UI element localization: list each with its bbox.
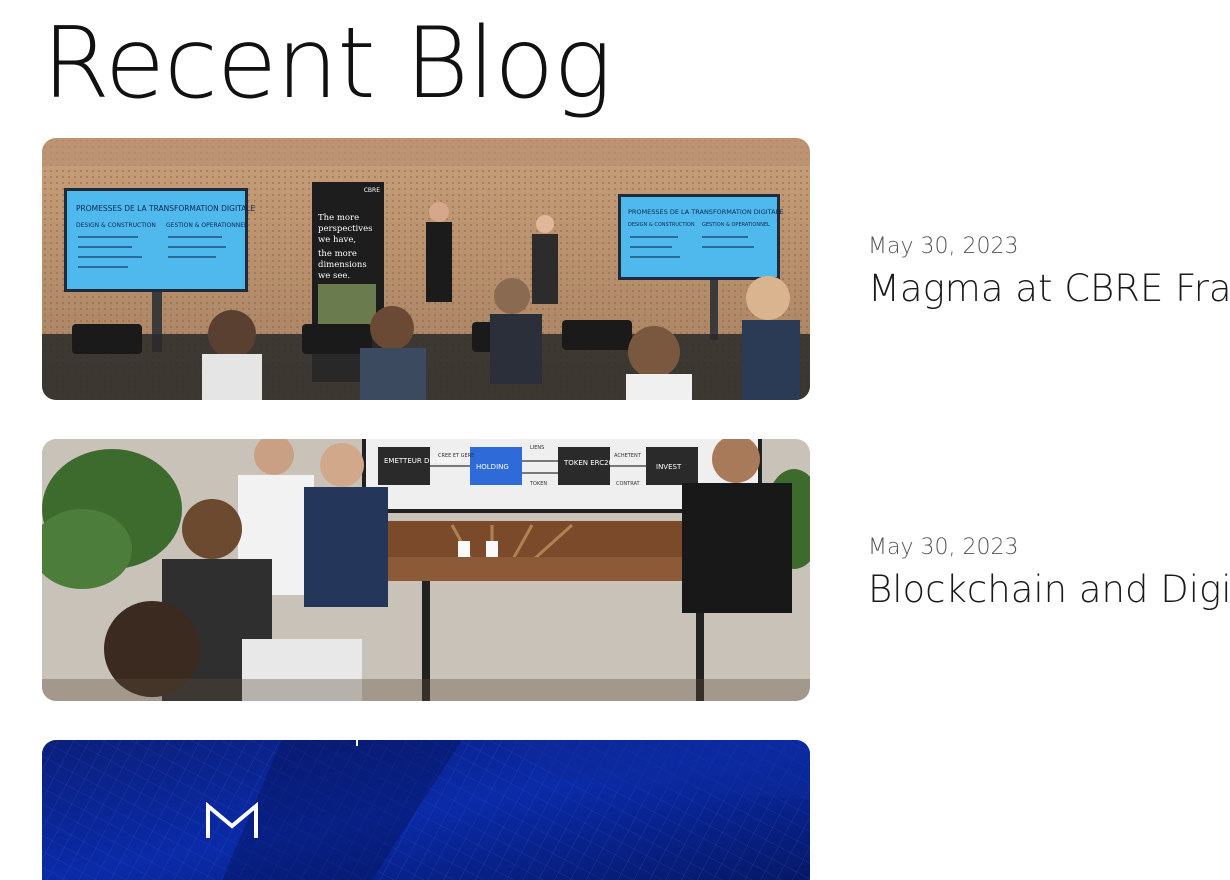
post-thumbnail[interactable]: PROMESSES DE LA TRANSFORMATION DIGITALE … xyxy=(42,138,810,400)
screen-right-col1: DESIGN & CONSTRUCTION xyxy=(628,222,695,228)
post-thumbnail[interactable] xyxy=(42,740,810,880)
screen-left-col1: DESIGN & CONSTRUCTION xyxy=(76,222,156,229)
banner-text: the more xyxy=(318,249,357,259)
post-date: May 30, 2023 xyxy=(868,234,1019,259)
page-title: Recent Blog xyxy=(42,7,612,121)
diagram-box-3: TOKEN ERC20 xyxy=(563,459,613,467)
magma-logo-graphic-icon xyxy=(42,740,810,880)
banner-text: dimensions xyxy=(318,260,367,270)
screen-left-col2: GESTION & OPERATIONNEL xyxy=(166,222,248,229)
diagram-label: ACHETENT xyxy=(614,453,642,459)
diagram-box-4: INVEST xyxy=(656,463,682,471)
screen-left-title: PROMESSES DE LA TRANSFORMATION DIGITALE xyxy=(76,204,255,213)
diagram-box-2: HOLDING xyxy=(476,463,509,471)
screen-right-col2: GESTION & OPERATIONNEL xyxy=(702,222,770,228)
post-meta: May 30, 2023 Blockchain and Digital Asse… xyxy=(868,535,1230,611)
blog-post-card: EMETTEUR DU TOKEN HOLDING TOKEN ERC20 IN… xyxy=(42,439,1230,701)
blog-post-card xyxy=(42,740,1230,880)
meeting-photo-icon: EMETTEUR DU TOKEN HOLDING TOKEN ERC20 IN… xyxy=(42,439,810,701)
post-thumbnail[interactable]: EMETTEUR DU TOKEN HOLDING TOKEN ERC20 IN… xyxy=(42,439,810,701)
post-date: May 30, 2023 xyxy=(868,535,1019,560)
diagram-label: CONTRAT xyxy=(616,481,641,487)
conference-photo-icon: PROMESSES DE LA TRANSFORMATION DIGITALE … xyxy=(42,138,810,400)
post-meta: May 30, 2023 Magma at CBRE France xyxy=(868,234,1230,310)
diagram-label: TOKEN xyxy=(529,481,547,487)
blog-post-card: PROMESSES DE LA TRANSFORMATION DIGITALE … xyxy=(42,138,1230,400)
banner-text: The more xyxy=(318,213,359,223)
banner-text: we have, xyxy=(318,235,356,245)
screen-right-title: PROMESSES DE LA TRANSFORMATION DIGITALE xyxy=(628,208,783,216)
banner-text: perspectives xyxy=(318,224,372,234)
post-title-link[interactable]: Magma at CBRE France xyxy=(868,267,1230,310)
banner-text: we see. xyxy=(318,271,350,281)
post-title-link[interactable]: Blockchain and Digital Assets xyxy=(868,568,1230,611)
diagram-label: LIENS xyxy=(530,445,544,451)
banner-logo: CBRE xyxy=(364,187,380,194)
diagram-label: CREE ET GERE xyxy=(438,453,474,459)
